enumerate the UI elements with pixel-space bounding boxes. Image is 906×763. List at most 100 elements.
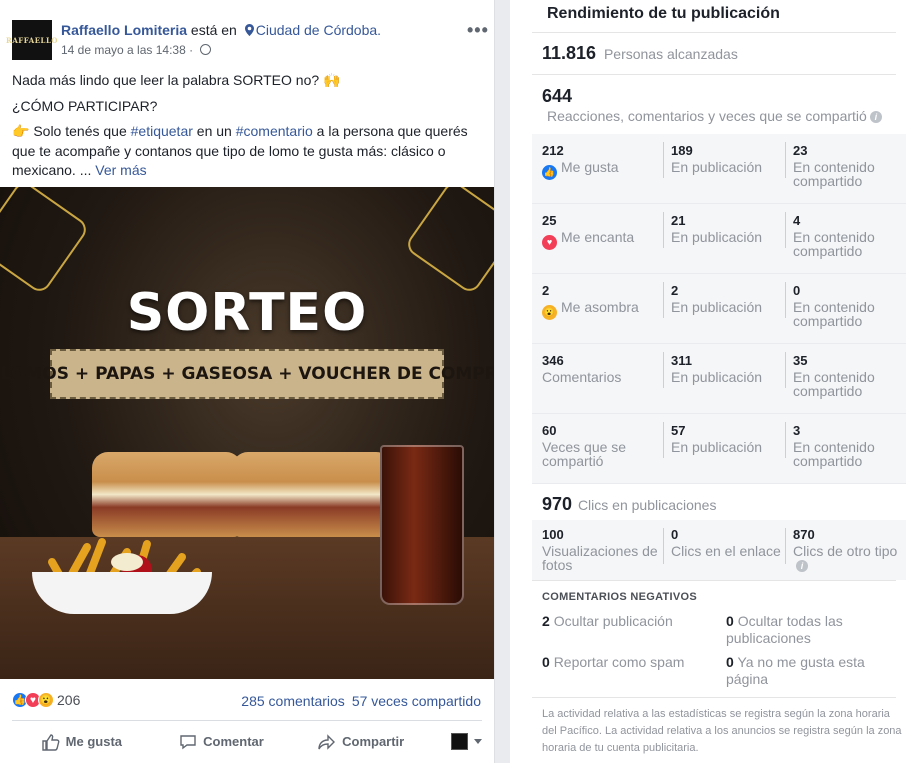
breakdown-total-label: Me gusta <box>561 159 619 175</box>
clicks-breakdown-number: 100 <box>542 527 564 542</box>
reach-number: 11.816 <box>542 43 597 63</box>
clicks-summary: 970 Clics en publicaciones <box>542 494 716 515</box>
location-link[interactable]: Ciudad de Córdoba. <box>256 22 381 38</box>
heart-icon: ♥ <box>542 235 557 250</box>
divider <box>663 422 664 458</box>
timezone-note: La actividad relativa a las estadísticas… <box>542 708 902 754</box>
clicks-label: Clics en publicaciones <box>577 497 717 513</box>
post-photo[interactable]: SORTEO 2 LOMOS + PAPAS + GASEOSA + VOUCH… <box>0 187 494 679</box>
decor-sandwich-outline-right <box>403 187 494 296</box>
reach-label: Personas alcanzadas <box>603 46 738 62</box>
globe-icon[interactable] <box>200 44 212 55</box>
post-meta: 14 de mayo a las 14:38 · <box>61 43 212 57</box>
shared-number: 23 <box>793 143 808 158</box>
share-button[interactable]: Compartir <box>291 733 431 751</box>
post-text-segment: 👉 Solo tenés que <box>12 123 131 139</box>
negative-hide-post: 2 Ocultar publicación <box>542 613 722 630</box>
post-text-segment: en un <box>192 123 236 139</box>
engagement-breakdown: 212 👍 Me gusta 189 En publicación 23 En cont… <box>532 134 906 484</box>
see-more-link[interactable]: Ver más <box>95 162 146 178</box>
comments-count-link[interactable]: 285 comentarios <box>241 693 345 709</box>
breakdown-total-label: Me asombra <box>561 299 639 315</box>
reactions-summary[interactable]: 👍 ♥ 😮 206 <box>12 692 80 708</box>
clicks-breakdown-label: Visualizaciones de fotos <box>542 543 658 573</box>
divider <box>785 352 786 388</box>
breakdown-total-label: Comentarios <box>542 369 622 385</box>
on-post-label: En publicación <box>671 159 763 175</box>
on-post-number: 57 <box>671 423 686 438</box>
negative-number: 0 <box>726 613 734 629</box>
avatar-text: RAFFAELLO <box>6 35 58 45</box>
breakdown-shared: 23 En contenido compartido <box>793 143 903 189</box>
is-at-text: está en <box>190 22 237 38</box>
divider <box>785 212 786 248</box>
divider <box>785 528 786 564</box>
breakdown-total: 212 👍 Me gusta <box>542 144 662 180</box>
wow-icon: 😮 <box>542 305 557 320</box>
hashtag-etiquetar-link[interactable]: #etiquetar <box>131 123 193 139</box>
info-icon[interactable]: i <box>869 111 882 123</box>
breakdown-shared: 0 En contenido compartido <box>793 284 903 329</box>
breakdown-total: 346 Comentarios <box>542 354 662 385</box>
shared-label: En contenido compartido <box>793 229 875 259</box>
breakdown-on-post: 311 En publicación <box>671 354 781 385</box>
on-post-label: En publicación <box>671 369 763 385</box>
divider <box>663 142 664 178</box>
like-icon: 👍 <box>542 165 557 180</box>
page-avatar[interactable]: RAFFAELLO <box>6 20 58 60</box>
shared-label: En contenido compartido <box>793 159 875 189</box>
shared-label: En contenido compartido <box>793 369 875 399</box>
shared-label: En contenido compartido <box>793 299 875 329</box>
wow-reaction-icon: 😮 <box>38 692 54 708</box>
negative-number: 0 <box>726 654 734 670</box>
divider <box>532 580 896 581</box>
shared-label: En contenido compartido <box>793 439 875 469</box>
photo-headline: SORTEO <box>126 283 368 343</box>
sandwich-right <box>232 452 392 537</box>
divider <box>663 212 664 248</box>
breakdown-total: 60 Veces que se compartió <box>542 423 662 469</box>
reach-summary: 11.816 Personas alcanzadas <box>542 43 738 64</box>
plate-illustration <box>32 572 212 614</box>
on-post-number: 189 <box>671 143 693 158</box>
shared-number: 3 <box>793 423 801 438</box>
breakdown-total: 2 😮 Me asombra <box>542 284 662 320</box>
clicks-number: 970 <box>542 494 573 514</box>
negative-label: Ocultar publicación <box>553 613 673 629</box>
breakdown-total-number: 60 <box>542 423 557 438</box>
post-options-button[interactable]: ••• <box>467 20 489 41</box>
post-as-page-selector[interactable] <box>431 733 483 750</box>
post-line-1: Nada más lindo que leer la palabra SORTE… <box>12 72 341 88</box>
breakdown-on-post: 57 En publicación <box>671 423 781 455</box>
breakdown-shared: 4 En contenido compartido <box>793 214 903 259</box>
divider <box>663 528 664 564</box>
negative-number: 0 <box>542 654 550 670</box>
negative-report-spam: 0 Reportar como spam <box>542 654 722 671</box>
divider <box>532 32 896 33</box>
info-icon[interactable]: i <box>796 560 808 572</box>
shares-count-link[interactable]: 57 veces compartido <box>352 693 481 709</box>
breakdown-total-label: Me encanta <box>561 229 635 245</box>
breakdown-total: 25 ♥ Me encanta <box>542 214 662 250</box>
comment-button[interactable]: Comentar <box>152 733 292 751</box>
breakdown-total-number: 25 <box>542 213 557 228</box>
hashtag-comentario-link[interactable]: #comentario <box>236 123 313 139</box>
comment-button-label: Comentar <box>203 734 264 749</box>
engagement-number: 644 <box>542 86 573 106</box>
like-button[interactable]: Me gusta <box>12 733 152 751</box>
engagement-counts: 285 comentarios 57 veces compartido <box>241 693 481 709</box>
breakdown-shared: 3 En contenido compartido <box>793 423 903 469</box>
divider <box>532 697 896 698</box>
post-timestamp-link[interactable]: 14 de mayo a las 14:38 · <box>61 43 196 57</box>
clicks-other: 870 Clics de otro tipoi <box>793 528 903 572</box>
negative-label: Reportar como spam <box>553 654 685 670</box>
post-card: RAFFAELLO Raffaello Lomiteria está en Ci… <box>0 0 495 763</box>
breakdown-on-post: 189 En publicación <box>671 143 781 175</box>
author-name-link[interactable]: Raffaello Lomiteria <box>61 22 187 38</box>
divider <box>785 422 786 458</box>
divider <box>663 282 664 318</box>
divider <box>785 142 786 178</box>
post-line-3: 👉 Solo tenés que #etiquetar en un #comen… <box>12 122 482 181</box>
clicks-breakdown-label: Clics en el enlace <box>671 543 781 559</box>
clicks-link: 0 Clics en el enlace <box>671 528 781 559</box>
